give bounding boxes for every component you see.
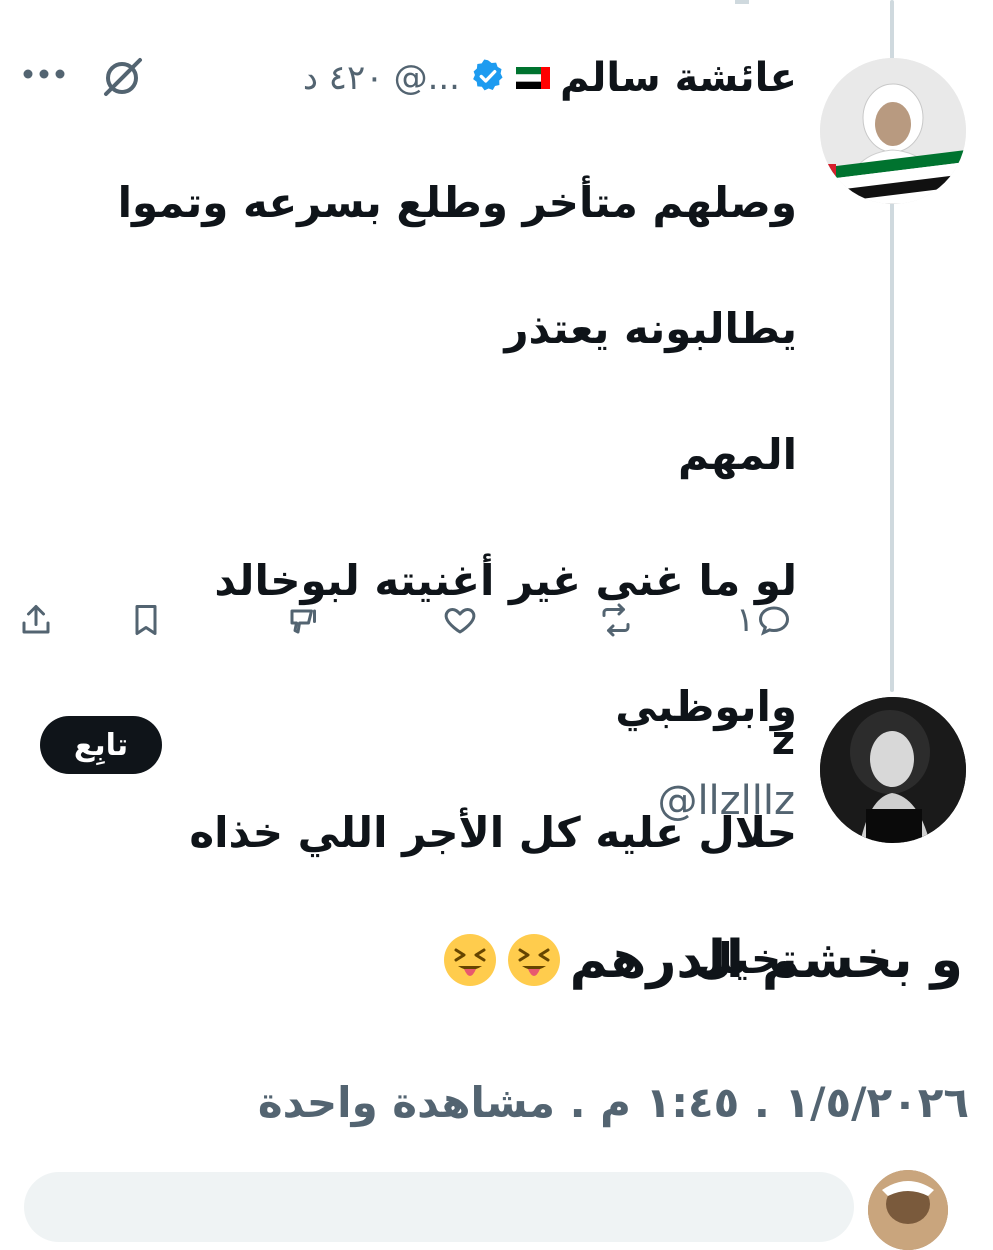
views-button[interactable] [286,596,322,644]
tweet-timestamp-views[interactable]: ١/٥/٢٠٢٦ . ١:٤٥ م . مشاهدة واحدة [258,1078,969,1127]
tweet-line: يطالبونه يعتذر [504,304,797,353]
author-handle[interactable]: @... [394,58,460,98]
like-button[interactable] [442,596,478,644]
author-name[interactable]: عائشة سالم [560,55,797,101]
uae-flag-icon [516,67,550,89]
more-options-icon[interactable] [20,66,68,82]
verified-badge-icon [470,58,506,98]
author-avatar[interactable] [820,58,966,204]
reply-count: ١ [736,600,755,640]
reply-author-avatar[interactable] [820,697,966,843]
avatar-portrait-image [868,1170,948,1250]
tweet-time[interactable]: ٤٢٠ د [303,58,384,98]
tweet-line: وابوظبي [615,682,797,731]
tweet-line: المهم [678,430,797,479]
squinting-face-with-tongue-emoji [443,934,496,986]
reply-body: و بخشم الدرهم [442,930,963,990]
follow-button[interactable]: تابِع [40,716,162,774]
bookmark-icon [135,605,157,635]
reply-author-name[interactable]: z [772,718,795,764]
bookmark-button[interactable] [128,596,164,644]
tweet-line: وصلهم متأخر وطلع بسرعه وتموا [117,178,797,227]
current-user-avatar [868,1170,948,1250]
reply-author-handle[interactable]: @llzlllz [657,778,795,824]
retweet-icon [602,603,630,637]
reply-icon [759,606,790,636]
tweet-header: عائشة سالم @... ٤٢٠ د [303,52,797,104]
retweet-button[interactable] [598,596,634,644]
heart-icon [444,608,476,634]
grok-icon[interactable] [100,56,146,98]
reply-text: و بخشم الدرهم [569,930,963,990]
reply-input-box[interactable] [24,1172,854,1242]
share-icon [22,605,50,634]
avatar-portrait-image [820,697,966,843]
tweet-action-bar: ١ [0,596,993,648]
views-icon [290,609,316,634]
reply-button[interactable]: ١ [736,596,792,644]
tweet-body: وصلهم متأخر وطلع بسرعه وتموا يطالبونه يع… [97,108,797,1053]
avatar-portrait-image [820,58,966,204]
squinting-face-with-tongue-emoji [507,934,560,986]
thread-connector-top [735,0,749,4]
share-button[interactable] [18,596,54,644]
